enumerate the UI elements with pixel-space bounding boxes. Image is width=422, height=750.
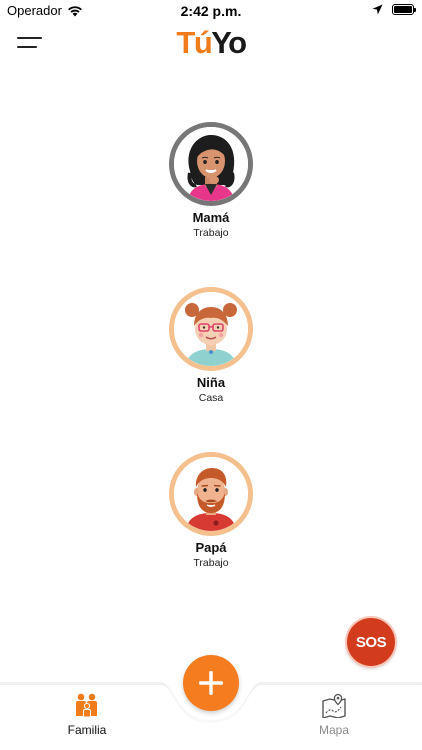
logo-part-tu: Tú (176, 25, 212, 60)
app-logo: TúYo (0, 24, 422, 62)
sos-button[interactable]: SOS (347, 618, 395, 666)
avatar-ring (169, 287, 253, 371)
family-icon (76, 693, 97, 718)
member-location: Trabajo (193, 227, 229, 239)
tab-mapa[interactable]: Mapa (284, 692, 384, 737)
girl-avatar-icon (174, 292, 248, 366)
member-location: Trabajo (193, 557, 229, 569)
battery-level (394, 6, 412, 13)
avatar-ring (169, 452, 253, 536)
plus-icon (199, 671, 223, 695)
logo-part-yo: Yo (211, 25, 247, 60)
member-name: Mamá (192, 210, 230, 225)
status-right-icons (372, 4, 416, 15)
member-name: Papá (195, 540, 227, 555)
tab-label: Familia (67, 723, 107, 737)
map-icon (322, 693, 346, 718)
member-location: Casa (198, 392, 224, 404)
member-name: Niña (196, 375, 226, 390)
family-member-dad[interactable]: Papá Trabajo (141, 452, 281, 569)
add-member-button[interactable] (183, 655, 239, 711)
tab-familia[interactable]: Familia (37, 692, 137, 737)
father-avatar-icon (174, 457, 248, 531)
family-member-mom[interactable]: Mamá Trabajo (141, 122, 281, 239)
status-bar: Operador 2:42 p.m. (0, 0, 422, 22)
family-member-girl[interactable]: Niña Casa (141, 287, 281, 404)
mother-avatar-icon (174, 127, 248, 201)
status-time: 2:42 p.m. (180, 3, 242, 19)
battery-icon (392, 4, 416, 15)
tab-label: Mapa (318, 723, 350, 737)
location-arrow-icon (372, 4, 383, 15)
avatar-ring (169, 122, 253, 206)
